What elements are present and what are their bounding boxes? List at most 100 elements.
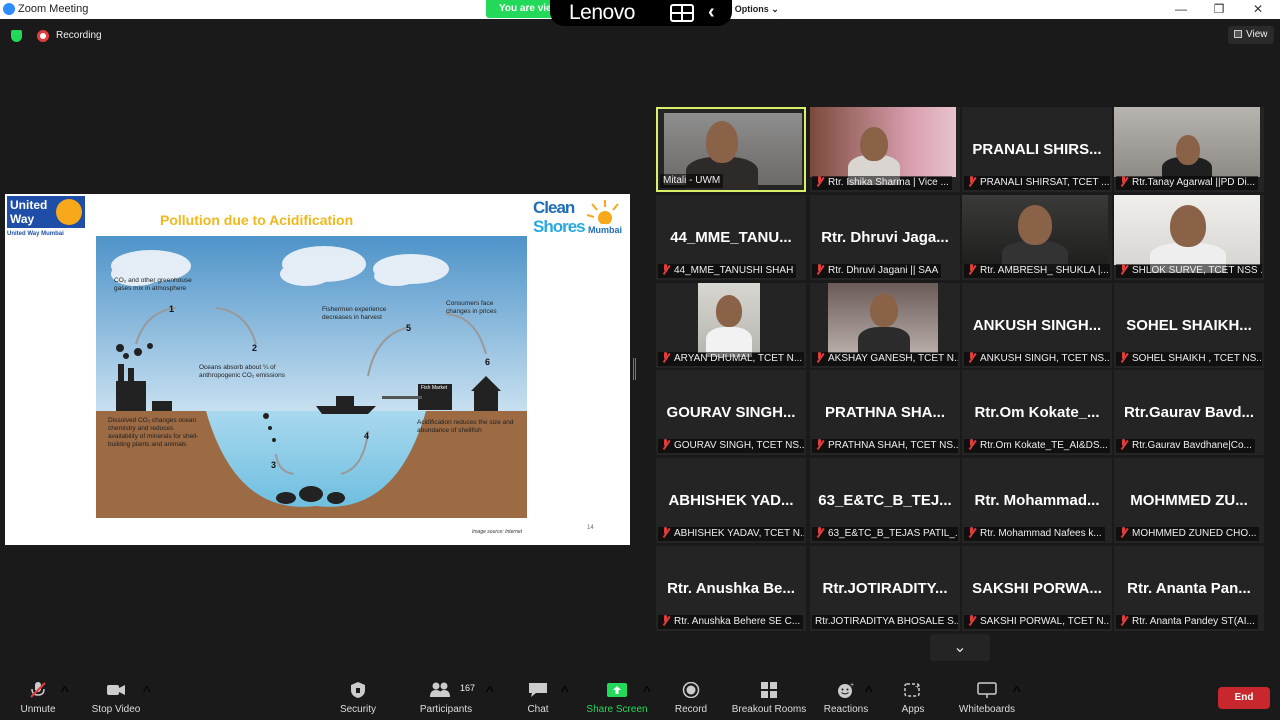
participant-tile[interactable]: SOHEL SHAIKH... SOHEL SHAIKH , TCET NS...	[1114, 283, 1264, 368]
view-button[interactable]: View	[1228, 26, 1274, 44]
participant-name-display: GOURAV SINGH...	[666, 404, 796, 421]
participant-caption: Rtr. Ishika Sharma | Vice ...	[812, 176, 952, 190]
view-button-label: View	[1246, 29, 1268, 40]
apps-icon: +	[904, 682, 920, 697]
whiteboards-button[interactable]: Whiteboards	[955, 670, 1019, 720]
participant-name-display: Rtr. Anushka Be...	[667, 580, 795, 597]
participant-name: Rtr.JOTIRADITYA BHOSALE S...	[815, 616, 958, 627]
participant-caption: Rtr.Tanay Agarwal ||PD Di...	[1116, 176, 1259, 190]
close-window-button[interactable]: ✕	[1243, 1, 1273, 18]
participant-name: GOURAV SINGH, TCET NS...	[674, 440, 804, 451]
participant-caption: ABHISHEK YADAV, TCET N...	[658, 527, 804, 541]
share-screen-label: Share Screen	[586, 704, 648, 715]
view-options-button[interactable]: w Options ⌄	[724, 0, 780, 18]
whiteboards-options-caret[interactable]: ^	[1013, 684, 1021, 702]
chevron-left-icon[interactable]: ‹	[708, 1, 715, 24]
panel-splitter-handle[interactable]	[633, 358, 636, 380]
participant-tile[interactable]: Rtr. Dhruvi Jaga... Rtr. Dhruvi Jagani ||…	[810, 195, 960, 280]
participant-tile[interactable]: Mitali - UWM	[656, 107, 806, 192]
video-options-caret[interactable]: ^	[143, 684, 151, 702]
participant-caption: Mitali - UWM	[660, 174, 724, 188]
step-6: 6	[485, 357, 491, 367]
participant-name: Rtr.Tanay Agarwal ||PD Di...	[1132, 177, 1256, 188]
maximize-button[interactable]: ❐	[1204, 1, 1234, 18]
participant-tile[interactable]: SHLOK SURVE, TCET NSS ...	[1114, 195, 1264, 280]
security-button[interactable]: Security	[333, 670, 383, 720]
participant-tile[interactable]: PRATHNA SHA... PRATHNA SHAH, TCET NS...	[810, 370, 960, 455]
brand-shores: Shores	[533, 217, 586, 236]
participant-tile[interactable]: 44_MME_TANU... 44_MME_TANUSHI SHAH	[656, 195, 806, 280]
muted-mic-icon	[967, 352, 976, 363]
participant-tile[interactable]: Rtr. Ishika Sharma | Vice ...	[810, 107, 960, 192]
stop-video-button[interactable]: Stop Video	[86, 670, 146, 720]
whiteboard-icon	[977, 682, 997, 698]
participant-tile[interactable]: 63_E&TC_B_TEJ... 63_E&TC_B_TEJAS PATIL_..…	[810, 458, 960, 543]
participant-tile[interactable]: Rtr.JOTIRADITY... Rtr.JOTIRADITYA BHOSALE…	[810, 546, 960, 631]
participant-name: Rtr.Om Kokate_TE_AI&DS...	[980, 440, 1108, 451]
participant-tile[interactable]: SAKSHI PORWA... SAKSHI PORWAL, TCET N...	[962, 546, 1112, 631]
participant-tile[interactable]: Rtr.Gaurav Bavd... Rtr.Gaurav Bavdhane|Co…	[1114, 370, 1264, 455]
record-label: Record	[674, 704, 708, 715]
muted-mic-icon	[967, 615, 976, 626]
unmute-button[interactable]: Unmute	[14, 670, 62, 720]
participant-name-display: ABHISHEK YAD...	[668, 492, 794, 509]
participants-options-caret[interactable]: ^	[486, 684, 494, 702]
participant-caption: ARYAN DHUMAL, TCET N...	[658, 352, 804, 366]
muted-mic-icon	[815, 352, 824, 363]
grid-icon[interactable]	[670, 4, 694, 22]
participant-name-display: MOHMMED ZU...	[1130, 492, 1248, 509]
participants-button[interactable]: 167 Participants	[414, 670, 478, 720]
muted-mic-icon	[1119, 439, 1128, 450]
microphone-muted-icon	[30, 682, 46, 698]
label-consumers: Consumers face changes in prices	[446, 300, 497, 315]
chat-button[interactable]: Chat	[518, 670, 558, 720]
share-options-caret[interactable]: ^	[643, 684, 651, 702]
gallery-scroll-down-button[interactable]: ⌄	[930, 634, 990, 661]
participant-tile[interactable]: Rtr. Anushka Be... Rtr. Anushka Behere SE…	[656, 546, 806, 631]
record-button[interactable]: Record	[670, 670, 712, 720]
united-way-emblem-icon	[56, 199, 82, 225]
participant-name: Mitali - UWM	[663, 175, 721, 186]
participant-name-display: Rtr. Mohammad...	[974, 492, 1100, 509]
muted-mic-icon	[661, 352, 670, 363]
reactions-options-caret[interactable]: ^	[865, 684, 873, 702]
participant-tile[interactable]: ARYAN DHUMAL, TCET N...	[656, 283, 806, 368]
participant-tile[interactable]: Rtr. Mohammad... Rtr. Mohammad Nafees k..…	[962, 458, 1112, 543]
participant-name: Rtr. Ishika Sharma | Vice ...	[828, 177, 949, 188]
participant-tile[interactable]: GOURAV SINGH... GOURAV SINGH, TCET NS...	[656, 370, 806, 455]
participants-icon	[430, 682, 450, 697]
share-screen-button[interactable]: Share Screen	[584, 670, 650, 720]
participant-tile[interactable]: AKSHAY GANESH, TCET N...	[810, 283, 960, 368]
participant-face	[706, 121, 738, 163]
participant-tile[interactable]: Rtr. Ananta Pan... Rtr. Ananta Pandey ST(…	[1114, 546, 1264, 631]
recording-bar: Recording	[0, 26, 400, 46]
unmute-label: Unmute	[20, 704, 56, 715]
participant-tile[interactable]: ANKUSH SINGH... ANKUSH SINGH, TCET NS...	[962, 283, 1112, 368]
participant-name-display: 44_MME_TANU...	[670, 229, 792, 246]
participant-tile[interactable]: MOHMMED ZU... MOHMMED ZUNED CHO...	[1114, 458, 1264, 543]
breakout-rooms-button[interactable]: Breakout Rooms	[730, 670, 808, 720]
participant-tile[interactable]: Rtr.Tanay Agarwal ||PD Di...	[1114, 107, 1264, 192]
participant-tile[interactable]: ABHISHEK YAD... ABHISHEK YADAV, TCET N...	[656, 458, 806, 543]
whiteboards-label: Whiteboards	[958, 704, 1016, 715]
muted-mic-icon	[1119, 352, 1128, 363]
apps-button[interactable]: + Apps	[894, 670, 932, 720]
participant-tile[interactable]: Rtr. AMBRESH_ SHUKLA |...	[962, 195, 1112, 280]
participant-video	[962, 195, 1108, 271]
end-meeting-button[interactable]: End	[1218, 687, 1270, 709]
participant-face	[870, 293, 898, 327]
participant-tile[interactable]: PRANALI SHIRS... PRANALI SHIRSAT, TCET ..…	[962, 107, 1112, 192]
participant-caption: Rtr. Anushka Behere SE C...	[658, 615, 804, 629]
recording-label[interactable]: Recording	[56, 30, 102, 41]
participant-name: 44_MME_TANUSHI SHAH	[674, 265, 794, 276]
audio-options-caret[interactable]: ^	[61, 684, 69, 702]
minimize-button[interactable]: —	[1166, 1, 1196, 18]
united-way-mumbai-label: United Way Mumbai	[7, 231, 64, 237]
encryption-shield-icon[interactable]	[11, 30, 22, 42]
muted-mic-icon	[815, 527, 824, 538]
participant-tile[interactable]: Rtr.Om Kokate_... Rtr.Om Kokate_TE_AI&DS.…	[962, 370, 1112, 455]
step-2: 2	[252, 343, 258, 353]
participant-name: PRATHNA SHAH, TCET NS...	[828, 440, 958, 451]
chat-options-caret[interactable]: ^	[561, 684, 569, 702]
participant-caption: SHLOK SURVE, TCET NSS ...	[1116, 264, 1262, 278]
